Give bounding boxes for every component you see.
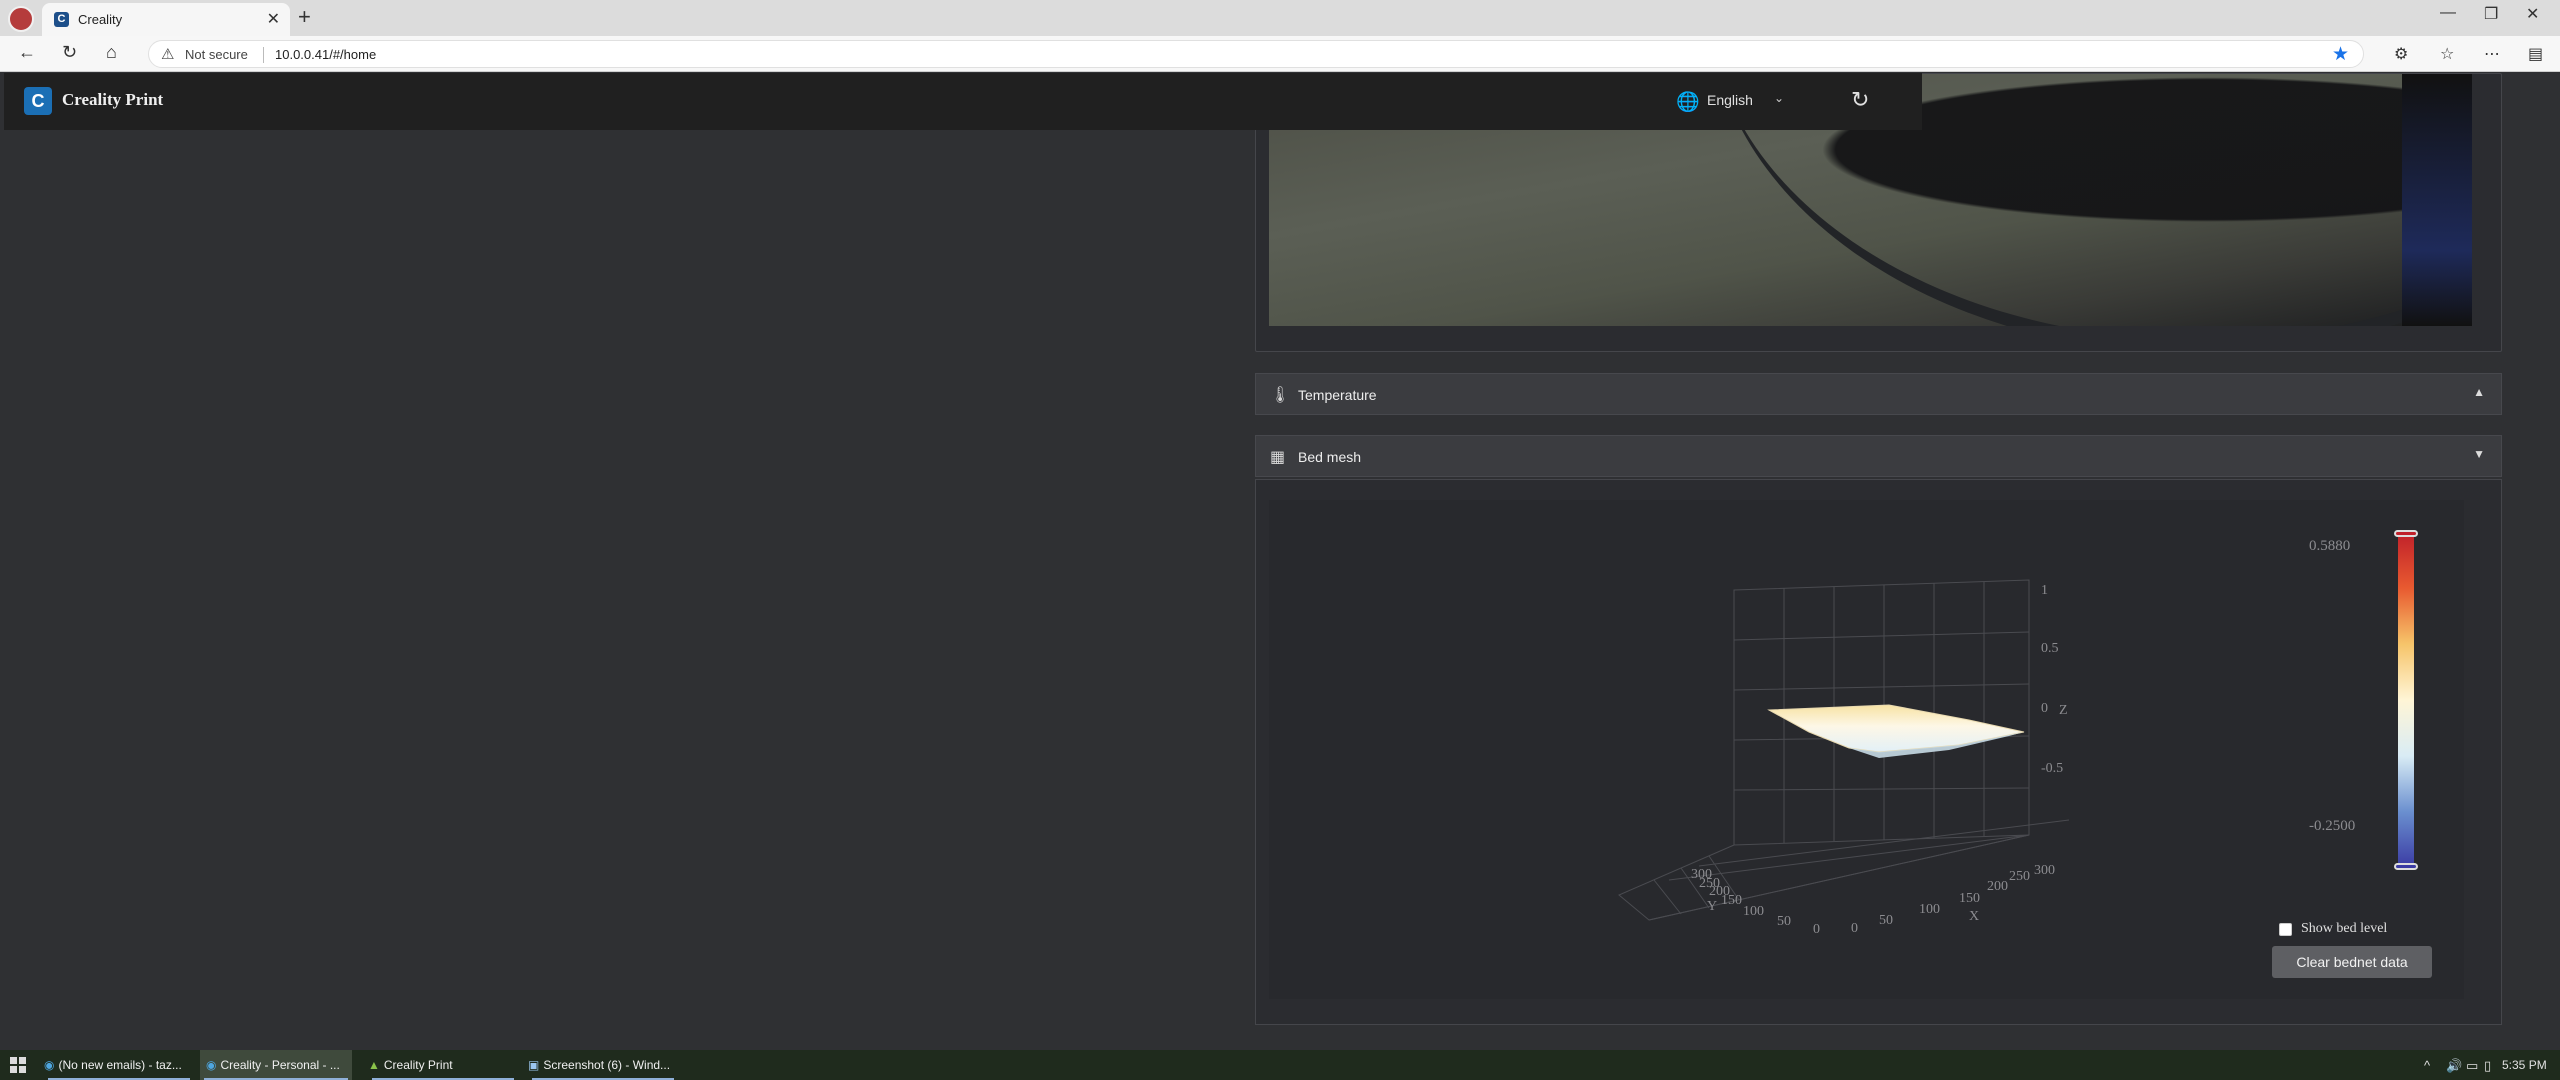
new-tab-icon[interactable]: +: [298, 4, 311, 30]
browser-tab-strip: C Creality ✕ + — ❐ ✕: [0, 0, 2560, 36]
chevron-up-icon[interactable]: ▲: [2473, 385, 2485, 399]
url-divider: [263, 47, 264, 63]
plot-grid: [1618, 579, 2070, 921]
creality-print-icon: ▲: [368, 1058, 380, 1072]
creality-favicon-icon: C: [54, 12, 69, 27]
edge-icon: ◉: [206, 1058, 217, 1072]
x-extra-tick-label: 300: [2034, 863, 2055, 878]
camera-feed-corner: [2402, 74, 2472, 326]
not-secure-label[interactable]: Not secure: [185, 47, 248, 62]
x-tick-label: 250: [2009, 869, 2030, 884]
color-scale-min-handle[interactable]: [2394, 863, 2418, 870]
image-viewer-icon: ▣: [528, 1058, 540, 1072]
url-field[interactable]: ⚠ Not secure 10.0.0.41/#/home ★: [148, 40, 2364, 68]
taskbar-item-label: (No new emails) - taz...: [58, 1058, 182, 1072]
chevron-down-icon[interactable]: ⌄: [1774, 91, 1784, 105]
temperature-title: Temperature: [1298, 387, 1377, 403]
z-tick-label: -0.5: [2041, 761, 2063, 776]
x-axis-label: X: [1969, 909, 1979, 924]
close-tab-icon[interactable]: ✕: [267, 9, 280, 29]
color-scale-max: 0.5880: [2309, 538, 2351, 554]
home-icon[interactable]: ⌂: [106, 42, 117, 63]
language-select[interactable]: English: [1707, 92, 1753, 108]
extensions-icon[interactable]: ⚙: [2394, 44, 2408, 64]
clear-bed-mesh-button[interactable]: Clear bednet data: [2272, 946, 2432, 978]
favorite-star-icon[interactable]: ★: [2332, 43, 2349, 66]
temperature-panel-header[interactable]: 🌡 Temperature ▲: [1255, 373, 2502, 415]
browser-tab-creality[interactable]: C Creality ✕: [42, 3, 290, 36]
y-tick-label: 0: [1813, 922, 1820, 937]
tab-title: Creality: [78, 12, 123, 27]
display-icon[interactable]: ▯: [2484, 1058, 2491, 1074]
show-bed-level-label[interactable]: Show bed level: [2301, 921, 2387, 937]
app-viewport: C Creality Print 🌐 English ⌄ ↻ 🌡 Tempera…: [4, 73, 2545, 1047]
z-axis-label: Z: [2059, 703, 2068, 718]
y-axis-label: Y: [1707, 899, 1717, 914]
x-tick-label: 100: [1919, 902, 1940, 917]
edge-icon: ◉: [44, 1058, 55, 1072]
bed-mesh-card: 1 0.5 0 -0.5 Z 0 50 100 150 200 250 X 30…: [1255, 479, 2502, 1025]
globe-icon[interactable]: 🌐: [1676, 90, 1700, 114]
profile-avatar[interactable]: [8, 6, 34, 32]
address-bar: ← ↻ ⌂ ⚠ Not secure 10.0.0.41/#/home ★ ⚙ …: [0, 36, 2560, 72]
back-icon[interactable]: ←: [18, 42, 36, 63]
reload-icon[interactable]: ↻: [62, 42, 77, 63]
taskbar-item-label: Screenshot (6) - Wind...: [543, 1058, 671, 1072]
z-tick-label: 0: [2041, 701, 2048, 716]
color-scale-min: -0.2500: [2309, 818, 2356, 834]
refresh-icon[interactable]: ↻: [1851, 87, 1869, 113]
sidebar-icon[interactable]: ▤: [2528, 44, 2543, 64]
taskbar-item-creality-browser[interactable]: ◉ Creality - Personal - ...: [200, 1050, 352, 1080]
favorites-icon[interactable]: ☆: [2440, 44, 2454, 64]
chevron-down-icon[interactable]: ▼: [2473, 447, 2485, 461]
bed-mesh-panel-header[interactable]: ▦ Bed mesh ▼: [1255, 435, 2502, 477]
more-options-icon[interactable]: ⋯: [2484, 44, 2500, 64]
clock[interactable]: 5:35 PM: [2502, 1058, 2547, 1072]
bed-mesh-icon: ▦: [1270, 449, 1286, 466]
color-scale-gradient: [2398, 532, 2414, 868]
y-tick-label: 100: [1743, 904, 1764, 919]
taskbar-item-label: Creality - Personal - ...: [220, 1058, 340, 1072]
x-tick-label: 200: [1987, 879, 2008, 894]
z-tick-label: 1: [2041, 583, 2048, 598]
close-window-icon[interactable]: ✕: [2526, 4, 2539, 24]
creality-logo-icon: C: [24, 87, 52, 115]
bed-mesh-surface: [1767, 704, 2025, 753]
brand-title: Creality Print: [62, 90, 164, 109]
minimize-icon[interactable]: —: [2440, 4, 2456, 22]
taskbar: ◉ (No new emails) - taz... ◉ Creality - Pe…: [0, 1050, 2560, 1080]
restore-icon[interactable]: ❐: [2484, 4, 2498, 24]
bed-mesh-chart[interactable]: 1 0.5 0 -0.5 Z 0 50 100 150 200 250 X 30…: [1269, 500, 2464, 999]
app-header: C Creality Print 🌐 English ⌄ ↻: [4, 73, 1922, 130]
taskbar-item-screenshot[interactable]: ▣ Screenshot (6) - Wind...: [528, 1050, 678, 1080]
taskbar-item-label: Creality Print: [383, 1058, 453, 1072]
taskbar-item-email[interactable]: ◉ (No new emails) - taz...: [44, 1050, 194, 1080]
bed-mesh-title: Bed mesh: [1298, 449, 1362, 465]
network-icon[interactable]: ▭: [2466, 1058, 2478, 1074]
warning-icon[interactable]: ⚠: [161, 45, 174, 63]
y-tick-label: 50: [1777, 914, 1791, 929]
z-tick-label: 0.5: [2041, 641, 2059, 656]
start-windows-icon[interactable]: [10, 1057, 26, 1073]
thermometer-icon: 🌡: [1270, 387, 1291, 404]
x-tick-label: 150: [1959, 891, 1980, 906]
y-tick-label: 300: [1691, 867, 1712, 882]
tray-chevron-up-icon[interactable]: ^: [2424, 1058, 2430, 1073]
color-scale-max-handle[interactable]: [2394, 530, 2418, 537]
url-text[interactable]: 10.0.0.41/#/home: [275, 47, 376, 62]
show-bed-level-checkbox[interactable]: [2279, 923, 2292, 936]
volume-icon[interactable]: 🔊: [2446, 1058, 2462, 1074]
taskbar-item-creality-print[interactable]: ▲ Creality Print: [368, 1050, 518, 1080]
x-tick-label: 0: [1851, 921, 1858, 936]
x-tick-label: 50: [1879, 913, 1893, 928]
color-scale-bar[interactable]: [2393, 530, 2419, 870]
